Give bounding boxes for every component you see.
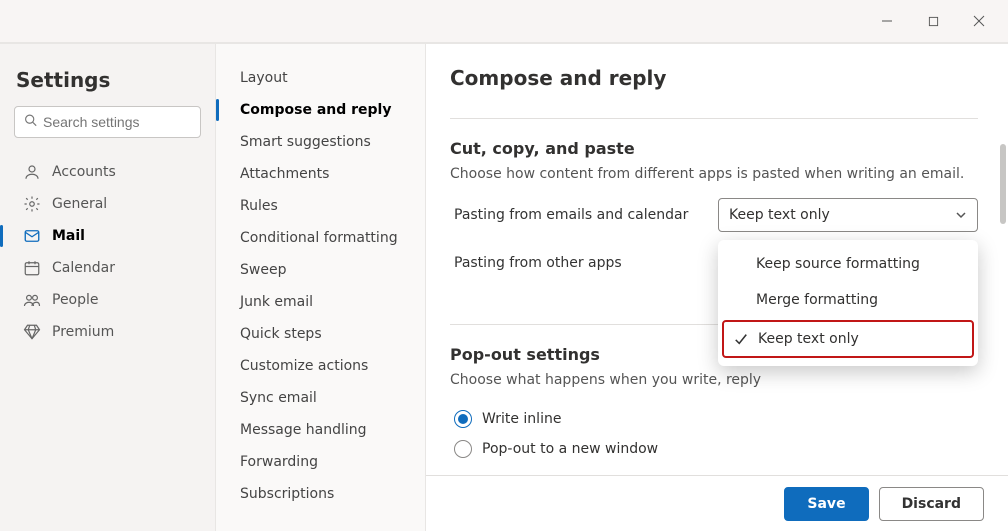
nav-label: General [52, 196, 107, 212]
nav-calendar[interactable]: Calendar [14, 252, 201, 284]
panel-title: Compose and reply [450, 66, 978, 90]
scrollbar-thumb[interactable] [1000, 144, 1006, 224]
panel-footer: Save Discard [426, 475, 1008, 531]
chevron-down-icon [955, 209, 967, 221]
calendar-icon [22, 258, 42, 278]
option-label: Keep source formatting [756, 256, 920, 272]
dropdown-option-merge[interactable]: Merge formatting [718, 282, 978, 318]
discard-button[interactable]: Discard [879, 487, 984, 521]
nav-label: Mail [52, 228, 85, 244]
paste-email-label: Pasting from emails and calendar [450, 207, 718, 223]
subnav-subscriptions[interactable]: Subscriptions [232, 478, 409, 510]
people-icon [22, 290, 42, 310]
close-button[interactable] [956, 6, 1002, 36]
nav-label: People [52, 292, 99, 308]
search-icon [24, 114, 37, 131]
option-label: Keep text only [758, 331, 859, 347]
subnav-junk-email[interactable]: Junk email [232, 286, 409, 318]
nav-accounts[interactable]: Accounts [14, 156, 201, 188]
diamond-icon [22, 322, 42, 342]
minimize-button[interactable] [864, 6, 910, 36]
paste-email-select[interactable]: Keep text only [718, 198, 978, 232]
subnav: Layout Compose and reply Smart suggestio… [216, 44, 426, 531]
subnav-conditional-formatting[interactable]: Conditional formatting [232, 222, 409, 254]
radio-label: Write inline [482, 411, 561, 427]
mail-icon [22, 226, 42, 246]
radio-icon [454, 410, 472, 428]
nav-label: Accounts [52, 164, 116, 180]
nav-general[interactable]: General [14, 188, 201, 220]
nav-label: Calendar [52, 260, 115, 276]
select-value: Keep text only [729, 207, 830, 223]
dropdown-option-keep-source[interactable]: Keep source formatting [718, 246, 978, 282]
section-desc-popout: Choose what happens when you write, repl… [450, 372, 978, 388]
settings-panel: Compose and reply Cut, copy, and paste C… [426, 44, 1008, 531]
subnav-sweep[interactable]: Sweep [232, 254, 409, 286]
subnav-forwarding[interactable]: Forwarding [232, 446, 409, 478]
subnav-compose-and-reply[interactable]: Compose and reply [232, 94, 409, 126]
radio-icon [454, 440, 472, 458]
section-title-paste: Cut, copy, and paste [450, 139, 978, 158]
subnav-quick-steps[interactable]: Quick steps [232, 318, 409, 350]
save-button[interactable]: Save [784, 487, 868, 521]
radio-label: Pop-out to a new window [482, 441, 658, 457]
radio-popout-window[interactable]: Pop-out to a new window [450, 434, 978, 464]
subnav-smart-suggestions[interactable]: Smart suggestions [232, 126, 409, 158]
search-input[interactable] [14, 106, 201, 138]
option-label: Merge formatting [756, 292, 878, 308]
nav-mail[interactable]: Mail [14, 220, 201, 252]
subnav-rules[interactable]: Rules [232, 190, 409, 222]
divider [450, 118, 978, 119]
radio-write-inline[interactable]: Write inline [450, 404, 978, 434]
subnav-message-handling[interactable]: Message handling [232, 414, 409, 446]
paste-other-dropdown: Keep source formatting Merge formatting … [718, 240, 978, 366]
nav-people[interactable]: People [14, 284, 201, 316]
settings-sidebar: Settings Accounts General Mail Calendar … [0, 44, 216, 531]
dropdown-option-keep-text-only[interactable]: Keep text only [722, 320, 974, 358]
settings-title: Settings [16, 68, 199, 92]
subnav-customize-actions[interactable]: Customize actions [232, 350, 409, 382]
search-wrap [14, 106, 201, 138]
subnav-sync-email[interactable]: Sync email [232, 382, 409, 414]
subnav-attachments[interactable]: Attachments [232, 158, 409, 190]
nav-premium[interactable]: Premium [14, 316, 201, 348]
paste-other-label: Pasting from other apps [450, 255, 718, 271]
subnav-layout[interactable]: Layout [232, 62, 409, 94]
nav-label: Premium [52, 324, 114, 340]
gear-icon [22, 194, 42, 214]
section-desc-paste: Choose how content from different apps i… [450, 166, 978, 182]
person-icon [22, 162, 42, 182]
maximize-button[interactable] [910, 6, 956, 36]
titlebar [0, 0, 1008, 44]
check-icon [734, 332, 752, 346]
